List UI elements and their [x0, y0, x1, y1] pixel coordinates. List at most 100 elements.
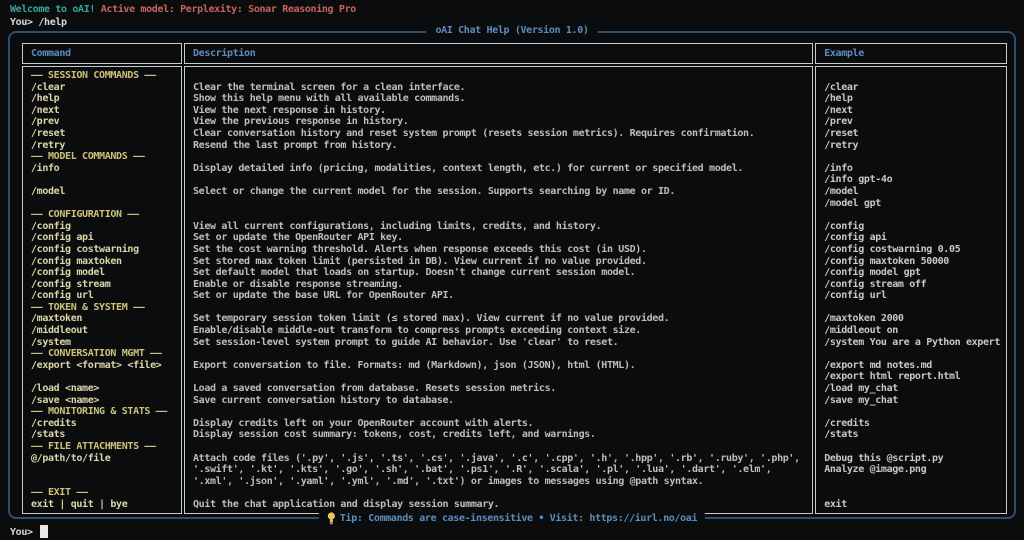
table-cell-line — [193, 302, 806, 314]
table-cell-line — [193, 70, 806, 82]
table-cell-line: Quit the chat application and display se… — [193, 499, 806, 511]
section-header: —— CONVERSATION MGMT —— — [31, 348, 175, 360]
table-cell-line: /config api — [824, 232, 1000, 244]
table-cell-line — [193, 441, 806, 453]
table-cell-line — [824, 209, 1000, 221]
table-cell-line: Analyze @image.png — [824, 464, 1000, 476]
table-cell-line: Set default model that loads on startup.… — [193, 267, 806, 279]
table-cell-line: /reset — [31, 128, 175, 140]
section-header: —— MONITORING & STATS —— — [31, 406, 175, 418]
table-cell-line — [31, 198, 175, 210]
table-cell-line: /export <format> <file> — [31, 360, 175, 372]
column-header-description: Description — [184, 43, 813, 64]
table-cell-line: Display detailed info (pricing, modaliti… — [193, 163, 806, 175]
table-cell-line — [824, 441, 1000, 453]
table-cell-line: /system — [31, 337, 175, 349]
table-cell-line: exit | quit | bye — [31, 499, 175, 511]
table-cell-line: /config maxtoken — [31, 256, 175, 268]
table-cell-line: @/path/to/file — [31, 453, 175, 465]
table-cell-line: /prev — [824, 116, 1000, 128]
table-cell-line: Load a saved conversation from database.… — [193, 383, 806, 395]
table-cell-line: Clear the terminal screen for a clean in… — [193, 82, 806, 94]
table-cell-line: /save <name> — [31, 395, 175, 407]
table-cell-line: /export md notes.md — [824, 360, 1000, 372]
table-cell-line: /info — [31, 163, 175, 175]
tip-bar: Tip: Commands are case-insensitive • Vis… — [319, 512, 705, 525]
table-cell-line — [824, 70, 1000, 82]
table-cell-line: Set or update the base URL for OpenRoute… — [193, 290, 806, 302]
description-column: Clear the terminal screen for a clean in… — [184, 66, 813, 514]
table-cell-line: /config stream — [31, 279, 175, 291]
table-body-row: —— SESSION COMMANDS ——/clear/help/next/p… — [22, 66, 1007, 514]
table-cell-line — [193, 348, 806, 360]
prompt-input[interactable]: You> — [10, 525, 48, 538]
section-header: —— TOKEN & SYSTEM —— — [31, 302, 175, 314]
table-cell-line — [824, 406, 1000, 418]
table-cell-line — [193, 209, 806, 221]
table-cell-line: /load <name> — [31, 383, 175, 395]
table-cell-line: Show this help menu with all available c… — [193, 93, 806, 105]
command-column: —— SESSION COMMANDS ——/clear/help/next/p… — [22, 66, 182, 514]
table-cell-line: /prev — [31, 116, 175, 128]
table-cell-line: /config model gpt — [824, 267, 1000, 279]
table-cell-line: /config url — [824, 290, 1000, 302]
table-cell-line: Clear conversation history and reset sys… — [193, 128, 806, 140]
section-header: —— FILE ATTACHMENTS —— — [31, 441, 175, 453]
table-cell-line: Set temporary session token limit (≤ sto… — [193, 313, 806, 325]
table-cell-line: View the previous response in history. — [193, 116, 806, 128]
table-cell-line: Resend the last prompt from history. — [193, 140, 806, 152]
table-cell-line: /credits — [824, 418, 1000, 430]
table-cell-line: Debug this @script.py — [824, 453, 1000, 465]
section-header: —— MODEL COMMANDS —— — [31, 151, 175, 163]
table-cell-line: Set the cost warning threshold. Alerts w… — [193, 244, 806, 256]
text-cursor[interactable] — [40, 525, 48, 538]
table-cell-line: /system You are a Python expert — [824, 337, 1000, 349]
table-cell-line: /maxtoken 2000 — [824, 313, 1000, 325]
table-cell-line: /reset — [824, 128, 1000, 140]
table-cell-line: /clear — [31, 82, 175, 94]
tip-text: Tip: Commands are case-insensitive • Vis… — [340, 513, 697, 524]
table-cell-line: /config costwarning 0.05 — [824, 244, 1000, 256]
table-cell-line: /load my_chat — [824, 383, 1000, 395]
prompt-label: You> — [10, 527, 33, 538]
table-cell-line: /save my_chat — [824, 395, 1000, 407]
table-cell-line — [31, 464, 175, 476]
column-header-command: Command — [22, 43, 182, 64]
table-cell-line — [193, 371, 806, 383]
table-cell-line: Select or change the current model for t… — [193, 186, 806, 198]
table-cell-line: Display credits left on your OpenRouter … — [193, 418, 806, 430]
table-cell-line: Display session cost summary: tokens, co… — [193, 429, 806, 441]
table-cell-line: exit — [824, 499, 1000, 511]
table-cell-line: /middleout — [31, 325, 175, 337]
table-cell-line: /stats — [824, 429, 1000, 441]
welcome-line: Welcome to oAI! Active model: Perplexity… — [10, 4, 356, 15]
table-cell-line: /maxtoken — [31, 313, 175, 325]
table-cell-line: /config costwarning — [31, 244, 175, 256]
active-model-text: Active model: Perplexity: Sonar Reasonin… — [101, 4, 356, 15]
table-cell-line: Save current conversation history to dat… — [193, 395, 806, 407]
help-panel: oAI Chat Help (Version 1.0) Command Desc… — [8, 31, 1016, 519]
table-cell-line: /config maxtoken 50000 — [824, 256, 1000, 268]
table-cell-line: /middleout on — [824, 325, 1000, 337]
table-cell-line: /next — [824, 105, 1000, 117]
section-header: —— SESSION COMMANDS —— — [31, 70, 175, 82]
table-cell-line — [193, 174, 806, 186]
table-cell-line: /help — [824, 93, 1000, 105]
table-cell-line: /model — [31, 186, 175, 198]
table-cell-line — [193, 406, 806, 418]
table-cell-line: /config — [31, 221, 175, 233]
table-cell-line: /config — [824, 221, 1000, 233]
table-cell-line — [824, 348, 1000, 360]
table-cell-line: /config model — [31, 267, 175, 279]
table-cell-line — [31, 476, 175, 488]
table-cell-line: '.xml', '.json', '.yaml', '.yml', '.md',… — [193, 476, 806, 488]
table-cell-line: /clear — [824, 82, 1000, 94]
table-cell-line: Attach code files ('.py', '.js', '.ts', … — [193, 453, 806, 465]
column-header-example: Example — [815, 43, 1007, 64]
table-header-row: Command Description Example — [22, 43, 1007, 64]
table-cell-line: /model — [824, 186, 1000, 198]
table-cell-line — [31, 174, 175, 186]
table-cell-line — [193, 487, 806, 499]
table-cell-line: Export conversation to file. Formats: md… — [193, 360, 806, 372]
table-cell-line: View the next response in history. — [193, 105, 806, 117]
